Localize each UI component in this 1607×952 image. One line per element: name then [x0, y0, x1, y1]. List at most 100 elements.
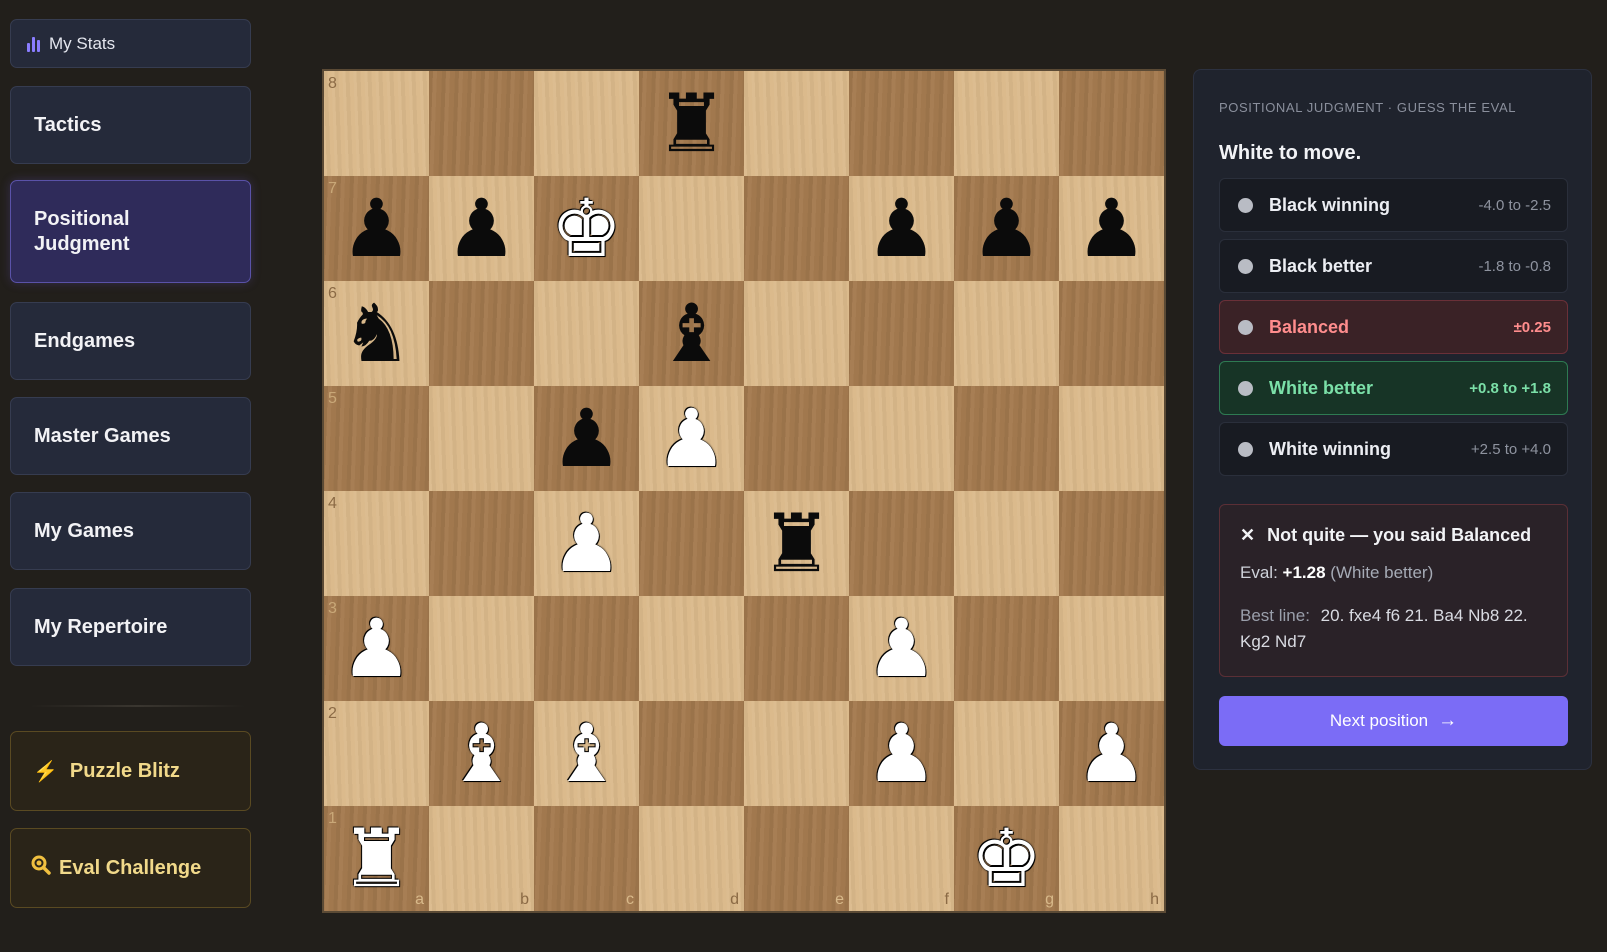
square-h4[interactable] [1059, 491, 1164, 596]
black-bishop-icon[interactable]: ♝ [639, 281, 744, 386]
white-king-icon[interactable]: ♚ [534, 176, 639, 281]
square-d3[interactable] [639, 596, 744, 701]
square-b5[interactable] [429, 386, 534, 491]
square-h6[interactable] [1059, 281, 1164, 386]
nav-positional-judgment[interactable]: Positional Judgment [10, 180, 251, 283]
black-rook-icon[interactable]: ♜ [744, 491, 849, 596]
square-a5[interactable]: 5 [324, 386, 429, 491]
nav-my-games[interactable]: My Games [10, 492, 251, 570]
eval-challenge-button[interactable]: Eval Challenge [10, 828, 251, 908]
black-rook-icon[interactable]: ♜ [639, 71, 744, 176]
black-knight-icon[interactable]: ♞ [324, 281, 429, 386]
my-stats-button[interactable]: My Stats [10, 19, 251, 68]
square-b7[interactable]: ♟ [429, 176, 534, 281]
chessboard[interactable]: 8 ♜ 7 ♟ ♟ ♚ ♟ ♟ ♟ 6 ♞ ♝ 5 ♟ ♟ 4 ♟ ♜ 3 ♟ ♟ 2 ♝ ♝ ♟ ♟ 1 a ♜ b c d e f g ♚ h [322, 69, 1166, 913]
white-bishop-icon[interactable]: ♝ [429, 701, 534, 806]
square-b2[interactable]: ♝ [429, 701, 534, 806]
puzzle-blitz-button[interactable]: ⚡ Puzzle Blitz [10, 731, 251, 811]
square-d6[interactable]: ♝ [639, 281, 744, 386]
next-position-button[interactable]: Next position → [1219, 696, 1568, 746]
black-pawn-icon[interactable]: ♟ [324, 176, 429, 281]
square-d1[interactable]: d [639, 806, 744, 911]
white-pawn-icon[interactable]: ♟ [849, 596, 954, 701]
square-c8[interactable] [534, 71, 639, 176]
black-pawn-icon[interactable]: ♟ [849, 176, 954, 281]
square-h3[interactable] [1059, 596, 1164, 701]
square-g6[interactable] [954, 281, 1059, 386]
square-f5[interactable] [849, 386, 954, 491]
nav-endgames[interactable]: Endgames [10, 302, 251, 380]
square-b3[interactable] [429, 596, 534, 701]
square-b8[interactable] [429, 71, 534, 176]
square-c6[interactable] [534, 281, 639, 386]
square-f2[interactable]: ♟ [849, 701, 954, 806]
square-a7[interactable]: 7 ♟ [324, 176, 429, 281]
square-a6[interactable]: 6 ♞ [324, 281, 429, 386]
square-e8[interactable] [744, 71, 849, 176]
square-d5[interactable]: ♟ [639, 386, 744, 491]
square-f8[interactable] [849, 71, 954, 176]
square-h8[interactable] [1059, 71, 1164, 176]
square-g5[interactable] [954, 386, 1059, 491]
square-e6[interactable] [744, 281, 849, 386]
black-pawn-icon[interactable]: ♟ [534, 386, 639, 491]
square-h1[interactable]: h [1059, 806, 1164, 911]
square-g2[interactable] [954, 701, 1059, 806]
nav-master-games[interactable]: Master Games [10, 397, 251, 475]
square-f1[interactable]: f [849, 806, 954, 911]
square-b4[interactable] [429, 491, 534, 596]
square-e2[interactable] [744, 701, 849, 806]
square-a4[interactable]: 4 [324, 491, 429, 596]
square-g4[interactable] [954, 491, 1059, 596]
option-black-better[interactable]: Black better -1.8 to -0.8 [1219, 239, 1568, 293]
square-a1[interactable]: 1 a ♜ [324, 806, 429, 911]
square-f4[interactable] [849, 491, 954, 596]
white-pawn-icon[interactable]: ♟ [534, 491, 639, 596]
white-pawn-icon[interactable]: ♟ [639, 386, 744, 491]
square-a2[interactable]: 2 [324, 701, 429, 806]
square-c2[interactable]: ♝ [534, 701, 639, 806]
option-white-winning[interactable]: White winning +2.5 to +4.0 [1219, 422, 1568, 476]
nav-tactics[interactable]: Tactics [10, 86, 251, 164]
option-balanced[interactable]: Balanced ±0.25 [1219, 300, 1568, 354]
square-g1[interactable]: g ♚ [954, 806, 1059, 911]
square-f6[interactable] [849, 281, 954, 386]
white-rook-icon[interactable]: ♜ [324, 806, 429, 911]
square-g8[interactable] [954, 71, 1059, 176]
nav-my-repertoire[interactable]: My Repertoire [10, 588, 251, 666]
square-e7[interactable] [744, 176, 849, 281]
white-pawn-icon[interactable]: ♟ [1059, 701, 1164, 806]
square-b6[interactable] [429, 281, 534, 386]
white-bishop-icon[interactable]: ♝ [534, 701, 639, 806]
square-c5[interactable]: ♟ [534, 386, 639, 491]
square-d7[interactable] [639, 176, 744, 281]
square-a8[interactable]: 8 [324, 71, 429, 176]
square-h5[interactable] [1059, 386, 1164, 491]
white-king-icon[interactable]: ♚ [954, 806, 1059, 911]
square-c3[interactable] [534, 596, 639, 701]
square-h7[interactable]: ♟ [1059, 176, 1164, 281]
square-h2[interactable]: ♟ [1059, 701, 1164, 806]
black-pawn-icon[interactable]: ♟ [429, 176, 534, 281]
square-d8[interactable]: ♜ [639, 71, 744, 176]
square-d4[interactable] [639, 491, 744, 596]
square-g7[interactable]: ♟ [954, 176, 1059, 281]
square-e3[interactable] [744, 596, 849, 701]
white-pawn-icon[interactable]: ♟ [849, 701, 954, 806]
black-pawn-icon[interactable]: ♟ [954, 176, 1059, 281]
square-c1[interactable]: c [534, 806, 639, 911]
square-c7[interactable]: ♚ [534, 176, 639, 281]
black-pawn-icon[interactable]: ♟ [1059, 176, 1164, 281]
square-f7[interactable]: ♟ [849, 176, 954, 281]
option-black-winning[interactable]: Black winning -4.0 to -2.5 [1219, 178, 1568, 232]
square-e5[interactable] [744, 386, 849, 491]
white-pawn-icon[interactable]: ♟ [324, 596, 429, 701]
square-d2[interactable] [639, 701, 744, 806]
square-a3[interactable]: 3 ♟ [324, 596, 429, 701]
square-c4[interactable]: ♟ [534, 491, 639, 596]
square-e1[interactable]: e [744, 806, 849, 911]
square-b1[interactable]: b [429, 806, 534, 911]
square-g3[interactable] [954, 596, 1059, 701]
square-e4[interactable]: ♜ [744, 491, 849, 596]
option-white-better[interactable]: White better +0.8 to +1.8 [1219, 361, 1568, 415]
